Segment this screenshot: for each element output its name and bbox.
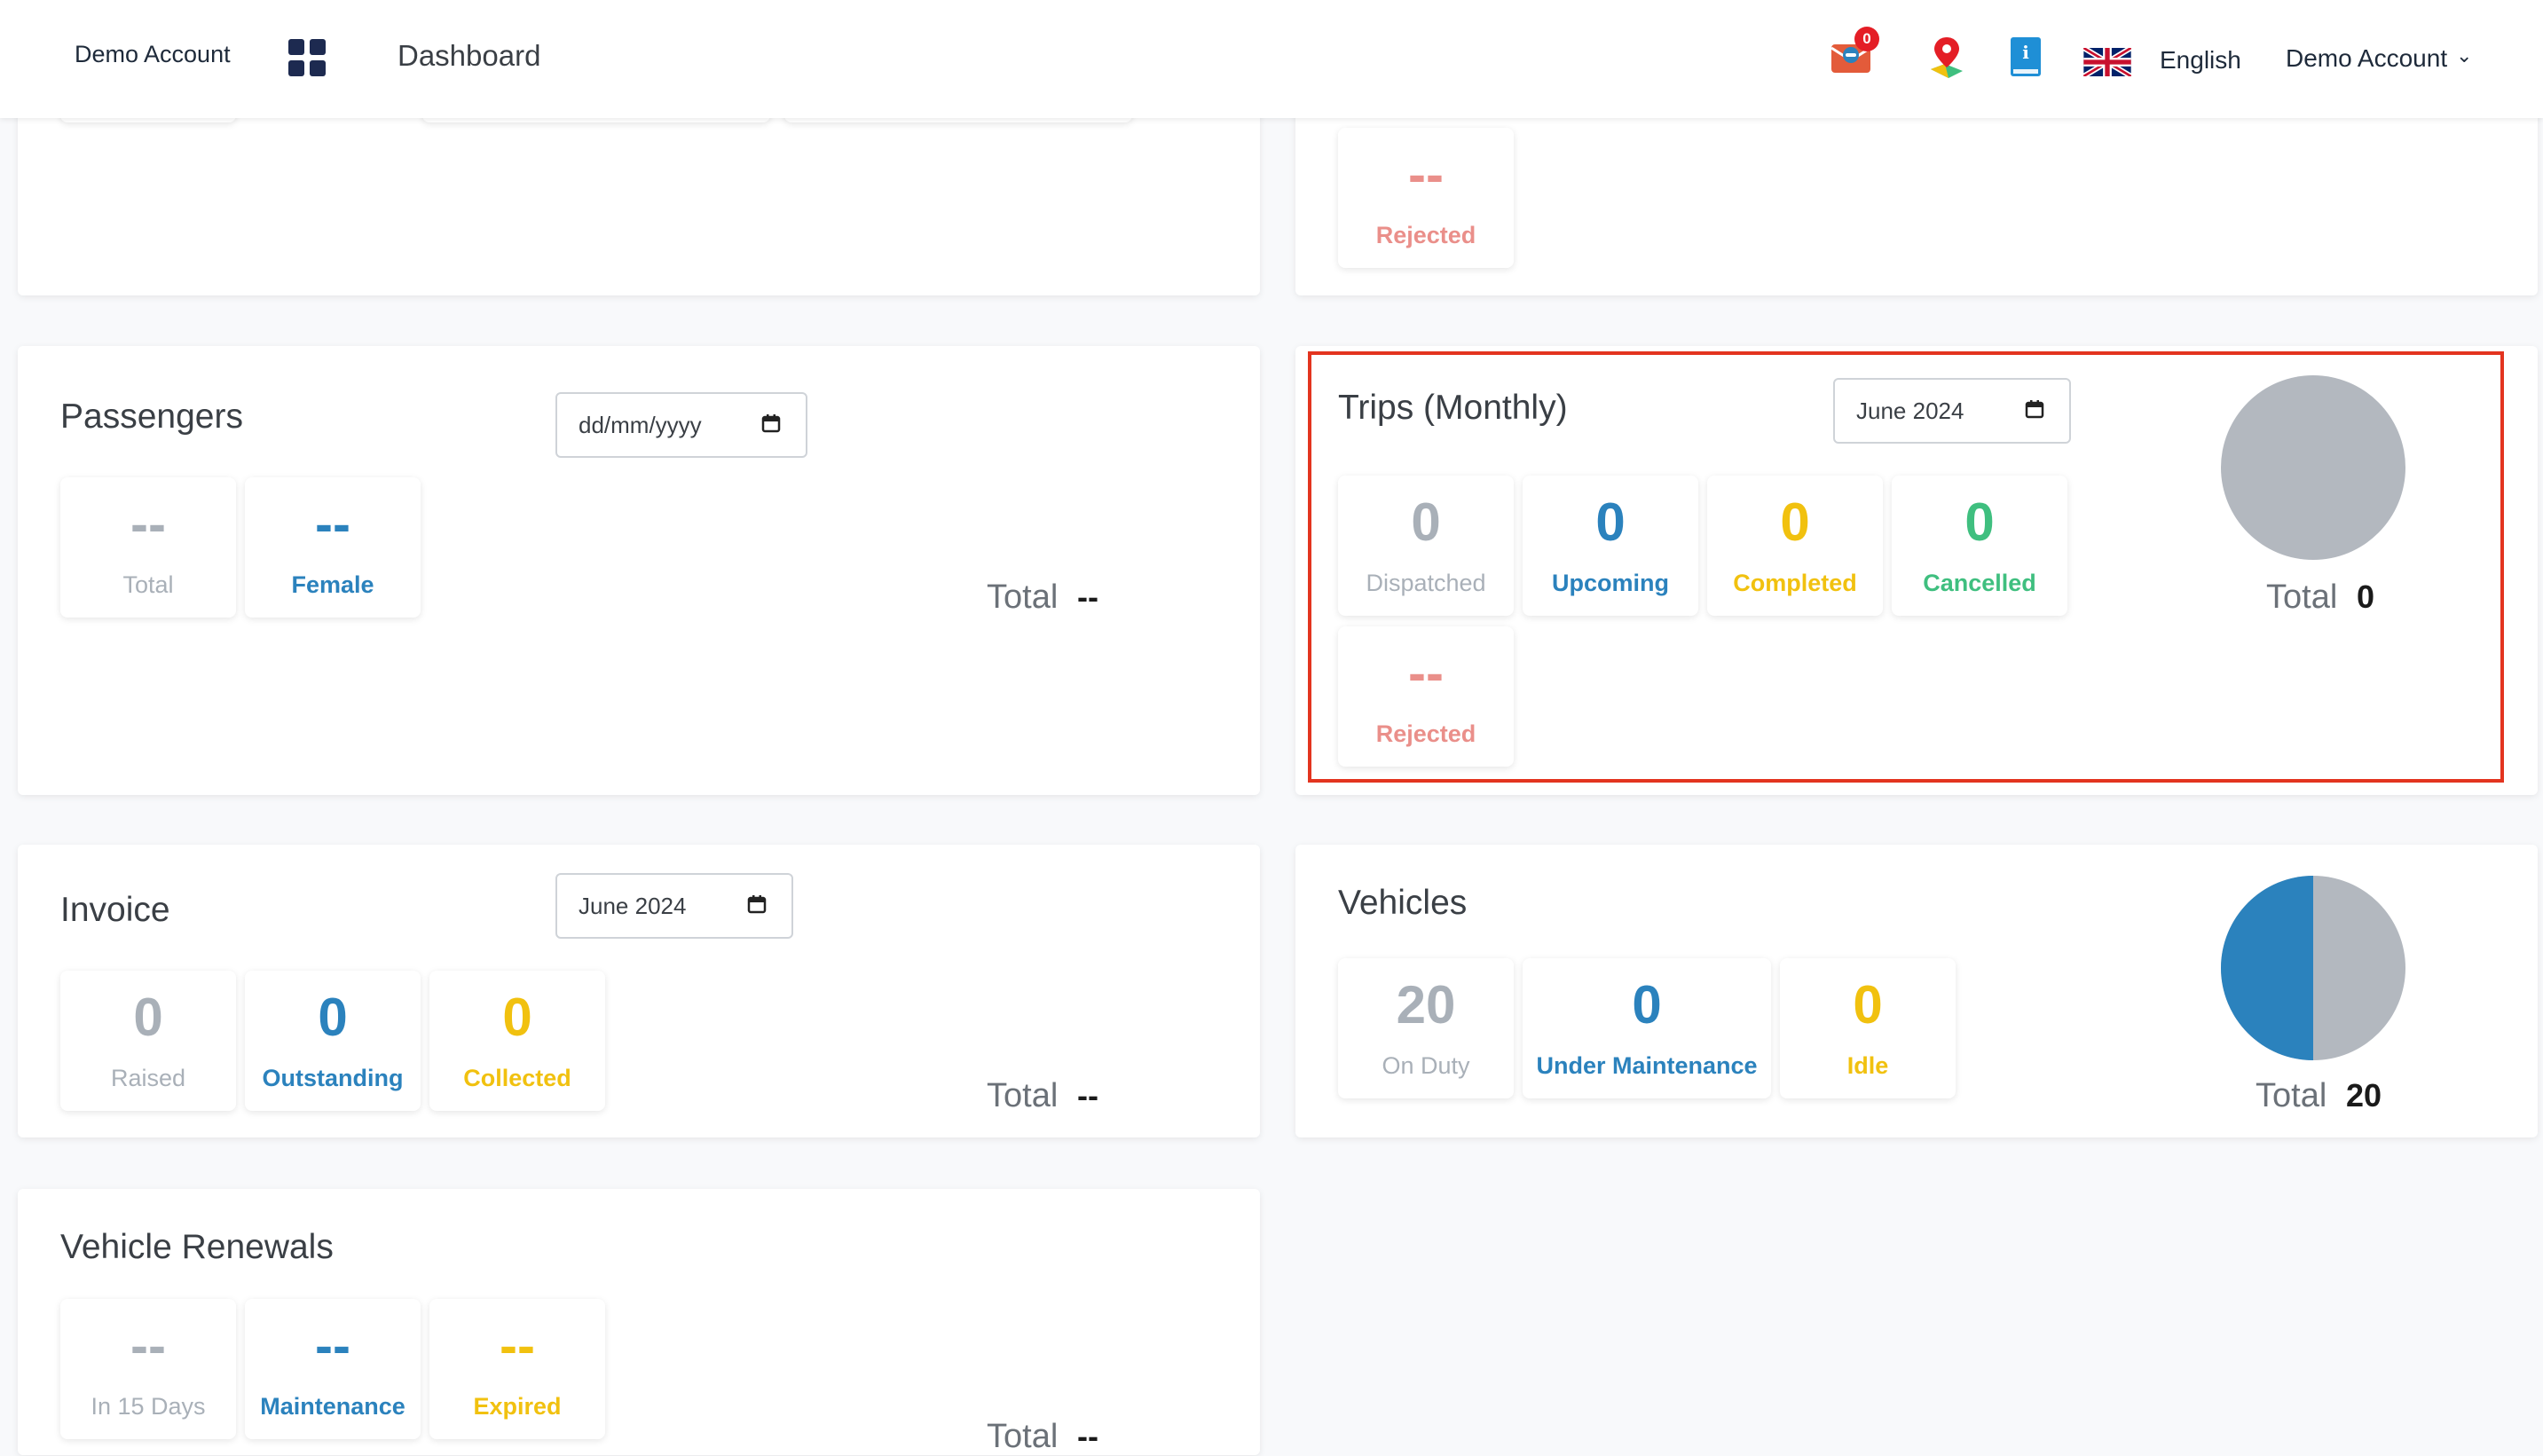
total-label: Total <box>987 578 1059 616</box>
stat-card-collected: 0 Collected <box>429 971 605 1111</box>
panel-title: Vehicle Renewals <box>60 1228 334 1266</box>
vehicle-renewals-panel: Vehicle Renewals -- In 15 Days -- Mainte… <box>18 1189 1260 1455</box>
chevron-down-icon[interactable]: ⌄ <box>2456 44 2472 67</box>
stat-label: On Duty <box>1382 1052 1470 1079</box>
vehicles-pie-chart <box>2221 876 2405 1060</box>
total-value: -- <box>1077 578 1098 615</box>
stat-card-maintenance: -- Maintenance <box>245 1299 421 1439</box>
stat-label: Idle <box>1846 1052 1889 1079</box>
stat-card-idle: 0 Idle <box>1780 958 1956 1098</box>
language-selector[interactable]: English <box>2160 46 2241 75</box>
calendar-icon[interactable] <box>761 413 781 433</box>
month-value: June 2024 <box>579 893 687 919</box>
stat-value: -- <box>130 1316 166 1375</box>
info-book-icon[interactable]: i <box>2009 35 2043 78</box>
stat-card-expired: -- Expired <box>429 1299 605 1439</box>
panel-title: Passengers <box>60 397 243 436</box>
pie-slice-under-maintenance <box>2221 876 2313 1060</box>
notification-badge: 0 <box>1854 27 1879 51</box>
total-label: Total <box>987 1418 1059 1455</box>
stat-label: In 15 Days <box>91 1393 206 1420</box>
stat-card-on-duty: 20 On Duty <box>1338 958 1514 1098</box>
stat-value: -- <box>130 494 166 554</box>
stat-label: Collected <box>463 1065 571 1091</box>
panel-title: Vehicles <box>1338 884 1468 922</box>
stat-value: -- <box>1408 145 1444 204</box>
stat-value: 0 <box>133 988 163 1047</box>
account-name-left[interactable]: Demo Account <box>75 41 231 68</box>
stat-label: Outstanding <box>262 1065 404 1091</box>
stat-label: Under Maintenance <box>1536 1052 1758 1079</box>
stat-value: 0 <box>1632 975 1662 1035</box>
stat-value: -- <box>315 494 350 554</box>
stat-label: Female <box>291 571 374 598</box>
stat-card-in-15-days: -- In 15 Days <box>60 1299 236 1439</box>
stat-label: Raised <box>110 1065 186 1091</box>
total-label: Total <box>2256 1077 2327 1114</box>
stat-value: 0 <box>502 988 532 1047</box>
vehicles-panel: Vehicles 20 On Duty 0 Under Maintenance … <box>1295 845 2538 1137</box>
stat-label: Expired <box>473 1393 562 1420</box>
stat-value: 0 <box>318 988 348 1047</box>
svg-text:i: i <box>2022 42 2029 63</box>
stat-label: Total <box>122 571 174 598</box>
panel-title: Invoice <box>60 891 170 929</box>
map-pin-icon[interactable] <box>1927 35 1966 80</box>
date-input[interactable]: dd/mm/yyyy <box>555 392 807 458</box>
stat-card-outstanding: 0 Outstanding <box>245 971 421 1111</box>
stat-card-under-maintenance: 0 Under Maintenance <box>1523 958 1771 1098</box>
total-value: 20 <box>2346 1077 2382 1114</box>
stat-value: 0 <box>1853 975 1883 1035</box>
highlight-box <box>1308 351 2504 783</box>
stat-value: -- <box>500 1316 535 1375</box>
uk-flag-icon[interactable] <box>2083 48 2131 76</box>
stat-label: Rejected <box>1375 222 1476 248</box>
total-value: -- <box>1077 1077 1098 1114</box>
stat-value: -- <box>315 1316 350 1375</box>
stat-card-rejected: -- Rejected <box>1338 128 1514 268</box>
stat-card-female: -- Female <box>245 477 421 618</box>
month-input[interactable]: June 2024 <box>555 873 793 939</box>
account-menu[interactable]: Demo Account <box>2286 44 2447 73</box>
total-value: -- <box>1077 1418 1098 1454</box>
date-placeholder: dd/mm/yyyy <box>579 412 702 438</box>
stat-card-total: -- Total <box>60 477 236 618</box>
top-navbar: Demo Account Dashboard 0 i English Demo … <box>0 0 2543 118</box>
page-title: Dashboard <box>398 39 541 72</box>
invoice-panel: Invoice June 2024 0 Raised 0 Outstanding… <box>18 845 1260 1137</box>
menu-grid-icon[interactable] <box>288 39 326 76</box>
stat-label: Maintenance <box>260 1393 405 1420</box>
total-label: Total <box>987 1077 1059 1114</box>
calendar-icon[interactable] <box>747 894 767 914</box>
stat-card-raised: 0 Raised <box>60 971 236 1111</box>
stat-value: 20 <box>1396 975 1456 1035</box>
passengers-panel: Passengers dd/mm/yyyy -- Total -- Female… <box>18 346 1260 795</box>
